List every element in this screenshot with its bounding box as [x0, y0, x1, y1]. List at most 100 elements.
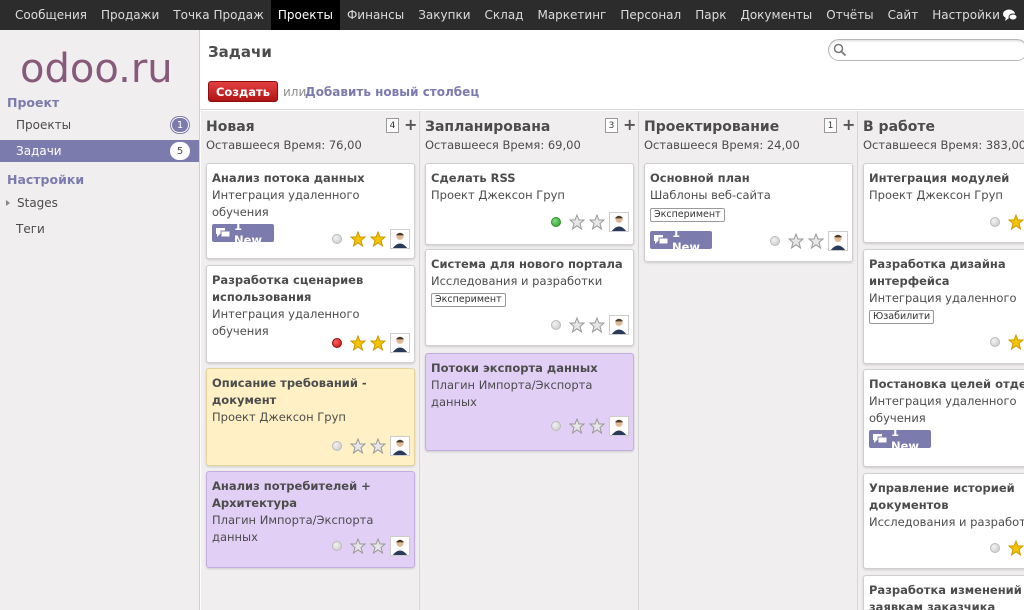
column-add-button[interactable]: +: [404, 115, 417, 134]
priority-star-icon[interactable]: [370, 538, 386, 554]
menu-warehouse[interactable]: Склад: [478, 0, 531, 30]
menu-documents[interactable]: Документы: [733, 0, 819, 30]
priority-star-icon[interactable]: [370, 438, 386, 454]
menu-hr[interactable]: Персонал: [613, 0, 688, 30]
status-dot[interactable]: [990, 217, 1000, 227]
new-messages-badge[interactable]: 1 New: [212, 219, 274, 247]
kanban-card[interactable]: Сделать RSS Проект Джексон Груп: [425, 163, 634, 245]
column-add-button[interactable]: +: [842, 115, 855, 134]
kanban-card[interactable]: Анализ потока данных Интеграция удаленно…: [206, 163, 415, 259]
sidebar-item-projects[interactable]: Проекты 1: [0, 114, 199, 136]
menu-purchases[interactable]: Закупки: [411, 0, 477, 30]
priority-star-icon[interactable]: [1008, 540, 1024, 556]
priority-star-icon[interactable]: [370, 231, 386, 247]
status-dot[interactable]: [551, 217, 561, 227]
menu-pos[interactable]: Точка Продаж: [166, 0, 271, 30]
column-count-badge: 4: [386, 118, 399, 133]
column-add-button[interactable]: +: [623, 115, 636, 134]
priority-star-icon[interactable]: [569, 214, 585, 230]
kanban-card[interactable]: Основной план Шаблоны веб-сайта Эксперим…: [644, 163, 853, 262]
priority-star-icon[interactable]: [569, 317, 585, 333]
status-dot[interactable]: [551, 320, 561, 330]
kanban-card[interactable]: Интеграция модулей Проект Джексон Груп: [863, 163, 1024, 243]
status-dot[interactable]: [332, 338, 342, 348]
priority-star-icon[interactable]: [1008, 214, 1024, 230]
sidebar-item-label: Stages: [17, 196, 58, 210]
kanban-card[interactable]: Описание требований - документ Проект Дж…: [206, 368, 415, 466]
menu-marketing[interactable]: Маркетинг: [530, 0, 613, 30]
create-button[interactable]: Создать: [208, 81, 278, 102]
priority-star-icon[interactable]: [350, 538, 366, 554]
card-project: Проект Джексон Груп: [869, 188, 1003, 202]
kanban-card[interactable]: Разработка изменений по заявкам заказчик…: [863, 575, 1024, 610]
menu-fleet[interactable]: Парк: [688, 0, 733, 30]
chat-icon[interactable]: [1002, 7, 1018, 23]
status-dot[interactable]: [990, 543, 1000, 553]
kanban-card[interactable]: Разработка дизайна интерфейса Интеграция…: [863, 249, 1024, 364]
card-title: Постановка целей отделам: [869, 377, 1024, 391]
menu-messages[interactable]: Сообщения: [8, 0, 94, 30]
status-dot[interactable]: [770, 236, 780, 246]
priority-star-icon[interactable]: [1008, 334, 1024, 350]
priority-star-icon[interactable]: [350, 438, 366, 454]
user-avatar[interactable]: [390, 333, 410, 353]
kanban-card[interactable]: Разработка сценариев использования Интег…: [206, 265, 415, 363]
messages-icon: [654, 234, 668, 244]
status-dot[interactable]: [990, 337, 1000, 347]
user-avatar[interactable]: [390, 536, 410, 556]
kanban-card[interactable]: Потоки экспорта данных Плагин Импорта/Эк…: [425, 353, 634, 451]
search-input[interactable]: [849, 42, 1019, 58]
sidebar-item-tags[interactable]: Теги: [0, 218, 199, 240]
new-messages-badge[interactable]: 1 New: [650, 226, 712, 254]
status-dot[interactable]: [332, 541, 342, 551]
projects-count-badge: 1: [171, 117, 189, 133]
user-avatar[interactable]: [609, 212, 629, 232]
menu-sales[interactable]: Продажи: [94, 0, 166, 30]
card-footer: [990, 538, 1024, 558]
kanban-card[interactable]: Постановка целей отделам Интеграция удал…: [863, 369, 1024, 467]
user-avatar[interactable]: [390, 229, 410, 249]
search-box[interactable]: [828, 39, 1024, 61]
priority-star-icon[interactable]: [350, 335, 366, 351]
priority-star-icon[interactable]: [589, 317, 605, 333]
kanban-card[interactable]: Анализ потребителей + Архитектура Плагин…: [206, 471, 415, 568]
status-dot[interactable]: [332, 441, 342, 451]
sidebar-section-settings: Настройки: [7, 172, 85, 187]
new-messages-badge[interactable]: 1 New: [869, 425, 931, 453]
sidebar-item-tasks[interactable]: Задачи 5: [0, 140, 199, 162]
user-avatar[interactable]: [390, 436, 410, 456]
expand-arrow-icon[interactable]: [6, 200, 10, 206]
priority-star-icon[interactable]: [589, 214, 605, 230]
priority-star-icon[interactable]: [370, 335, 386, 351]
sidebar-item-stages[interactable]: Stages: [0, 192, 199, 214]
card-footer: [551, 212, 629, 232]
card-title: Потоки экспорта данных: [431, 361, 598, 375]
view-header: Задачи Создать или Добавить новый столбе…: [201, 30, 1024, 110]
priority-star-icon[interactable]: [569, 418, 585, 434]
card-tag: Юзабилити: [869, 310, 935, 324]
search-icon: [833, 43, 847, 57]
status-dot[interactable]: [332, 234, 342, 244]
priority-star-icon[interactable]: [589, 418, 605, 434]
card-title: Анализ потока данных: [212, 171, 365, 185]
user-avatar[interactable]: [609, 315, 629, 335]
odoo-logo[interactable]: odoo.ru: [20, 44, 185, 94]
kanban-card[interactable]: Система для нового портала Исследования …: [425, 249, 634, 346]
menu-website[interactable]: Сайт: [881, 0, 926, 30]
menu-reports[interactable]: Отчёты: [819, 0, 880, 30]
menu-settings[interactable]: Настройки: [925, 0, 1007, 30]
add-column-link[interactable]: Добавить новый столбец: [305, 85, 479, 99]
user-avatar[interactable]: [828, 231, 848, 251]
card-title: Разработка сценариев использования: [212, 273, 364, 304]
sidebar-item-label: Проекты: [16, 118, 72, 132]
user-avatar[interactable]: [609, 416, 629, 436]
card-title: Анализ потребителей + Архитектура: [212, 479, 371, 510]
kanban-card[interactable]: Управление историей документов Исследова…: [863, 473, 1024, 569]
menu-projects[interactable]: Проекты: [270, 0, 340, 30]
priority-star-icon[interactable]: [350, 231, 366, 247]
card-footer: [332, 436, 410, 456]
priority-star-icon[interactable]: [808, 233, 824, 249]
menu-finance[interactable]: Финансы: [340, 0, 411, 30]
status-dot[interactable]: [551, 421, 561, 431]
priority-star-icon[interactable]: [788, 233, 804, 249]
